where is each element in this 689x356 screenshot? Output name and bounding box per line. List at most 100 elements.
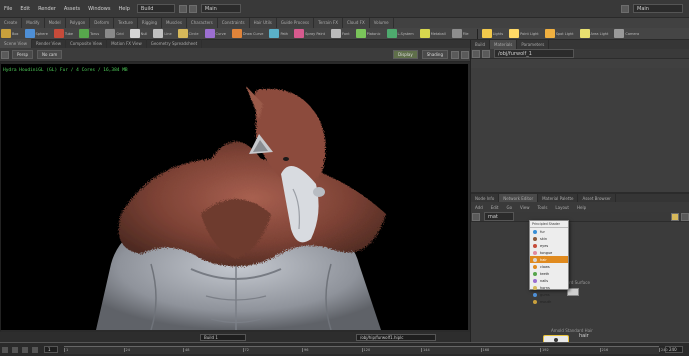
tab-materials[interactable]: Materials [490, 40, 518, 49]
network-menu-item[interactable]: Go [503, 203, 517, 212]
display-button[interactable]: Display [393, 50, 418, 59]
scene-selector[interactable]: Main [200, 4, 241, 13]
shelf-tab-item[interactable]: Constraints [218, 18, 250, 28]
tab-parameters[interactable]: Parameters [517, 40, 550, 49]
net-path-field[interactable]: mat [484, 212, 514, 221]
shelf-tool-icon[interactable] [386, 29, 397, 38]
end-frame-field[interactable]: 240 [665, 346, 683, 353]
shelf-tool-icon[interactable] [544, 29, 555, 38]
shelf-tool-icon[interactable] [331, 29, 342, 38]
shelf-tabs: Create Modify Model Polygon Deform Texture Rig… [0, 18, 689, 28]
shelf-tab-item[interactable]: Create [0, 18, 23, 28]
main-selector[interactable]: Main [633, 4, 683, 13]
shelf-tool-icon[interactable] [269, 29, 280, 38]
shelf-tool-icon[interactable] [294, 29, 305, 38]
shelf-tool-icon[interactable] [355, 29, 366, 38]
network-menu-item[interactable]: Edit [487, 203, 503, 212]
tab-menu-item[interactable]: hair [530, 256, 568, 263]
shelf-tool-icon[interactable] [231, 29, 242, 38]
settings-icon[interactable] [621, 4, 629, 13]
home-icon[interactable] [1, 50, 9, 59]
redo-icon[interactable] [188, 4, 197, 13]
network-menu-item[interactable]: Layout [551, 203, 573, 212]
menu-file[interactable]: File [0, 6, 16, 12]
menu-assets[interactable]: Assets [60, 6, 84, 12]
tab-menu-item[interactable]: teeth [530, 270, 568, 277]
forward-icon[interactable] [482, 49, 490, 58]
shelf-tool-icon[interactable] [79, 29, 90, 38]
shelf-tool-icon[interactable] [451, 29, 462, 38]
help-icon[interactable] [671, 212, 679, 221]
timeline-track[interactable]: 1 24 48 72 96 120 144 168 192 216 240 [64, 345, 668, 354]
shelf-tool-icon[interactable] [481, 29, 492, 38]
tab-menu-item[interactable]: horns [530, 284, 568, 291]
shelf-tool-icon[interactable] [105, 29, 116, 38]
shelf-tool-icon[interactable] [53, 29, 64, 38]
shelf-tool-label: Curve [215, 31, 226, 36]
desktop-selector[interactable]: Build [136, 4, 175, 13]
shelf-tab-item[interactable]: Muscles [162, 18, 187, 28]
shelf-tool-icon[interactable] [419, 29, 430, 38]
shelf-tab-item[interactable]: Hair Utils [250, 18, 277, 28]
menu-windows[interactable]: Windows [84, 6, 114, 12]
layout-icon[interactable] [681, 212, 689, 221]
current-frame-field[interactable]: 1 [44, 346, 58, 353]
grid-icon[interactable] [461, 50, 469, 59]
shelf-tab-item[interactable]: Guide Process [277, 18, 315, 28]
shelf-tab-item[interactable]: Cloud FX [343, 18, 370, 28]
shelf-tab-item[interactable]: Terrain FX [314, 18, 343, 28]
play-forward-icon[interactable] [32, 346, 38, 353]
tab-build[interactable]: Build [471, 40, 491, 49]
shelf-tab-item[interactable]: Deform [90, 18, 115, 28]
timeline-tick-label: 216 [599, 347, 609, 352]
status-right-field[interactable]: /obj/hip/furwolf1.hiplc [356, 333, 436, 341]
scene-viewport[interactable]: Hydra HoudiniGL (GL) Fur / 4 Cores / 16,… [0, 62, 470, 332]
tab-menu-item[interactable]: mouth [530, 298, 568, 305]
network-menu-item[interactable]: Help [573, 203, 590, 212]
material-icon [533, 278, 537, 283]
tab-menu-item[interactable]: tongue [530, 249, 568, 256]
shelf-tab-item[interactable]: Model [45, 18, 66, 28]
shelf-tool-icon[interactable] [129, 29, 140, 38]
shelf-tab-item[interactable]: Volume [370, 18, 394, 28]
camera-menu[interactable]: Persp [12, 50, 33, 59]
play-icon[interactable] [12, 346, 18, 353]
status-left-field[interactable]: Build 1 [200, 333, 246, 341]
snap-icon[interactable] [451, 50, 459, 59]
shelf-tab-item[interactable]: Characters [187, 18, 218, 28]
menu-edit[interactable]: Edit [16, 6, 34, 12]
menu-help[interactable]: Help [114, 6, 133, 12]
shelf-tab-item[interactable]: Rigging [138, 18, 162, 28]
shelf-tab-item[interactable]: Modify [22, 18, 45, 28]
tab-menu-item[interactable]: nails [530, 277, 568, 284]
shelf-tool-icon[interactable] [24, 29, 35, 38]
network-menu-item[interactable]: View [516, 203, 534, 212]
shelf-tool-icon[interactable] [153, 29, 164, 38]
path-field[interactable]: /obj/furwolf_1 [494, 49, 574, 58]
undo-icon[interactable] [178, 4, 187, 13]
shelf-tool-icon[interactable] [177, 29, 188, 38]
play-back-icon[interactable] [2, 346, 8, 353]
tab-menu-item[interactable]: fur [530, 228, 568, 235]
tab-menu-item[interactable]: gums [530, 291, 568, 298]
back-icon[interactable] [472, 49, 480, 58]
tab-menu-item[interactable]: eyes [530, 242, 568, 249]
shelf-tool-icon[interactable] [579, 29, 590, 38]
shelf-tool-icon[interactable] [204, 29, 215, 38]
tab-menu-item[interactable]: claws [530, 263, 568, 270]
shading-button[interactable]: Shading [421, 50, 448, 59]
stop-icon[interactable] [22, 346, 28, 353]
tab-menu-item[interactable]: skin [530, 235, 568, 242]
shelf-tool-icon[interactable] [1, 29, 11, 38]
nocam-menu[interactable]: No cam [37, 50, 63, 59]
shelf-tab-item[interactable]: Polygon [66, 18, 91, 28]
menu-render[interactable]: Render [34, 6, 60, 12]
shelf-tool-icon[interactable] [509, 29, 520, 38]
shelf-tool-icon[interactable] [614, 29, 625, 38]
network-menu-item[interactable]: Add [471, 203, 487, 212]
net-back-icon[interactable] [472, 212, 480, 221]
parameter-pane[interactable] [471, 68, 689, 192]
network-canvas[interactable]: Arnold Standard Surface GRAY Arnold Stan… [471, 220, 689, 344]
network-menu-item[interactable]: Tools [534, 203, 552, 212]
shelf-tab-item[interactable]: Texture [114, 18, 138, 28]
